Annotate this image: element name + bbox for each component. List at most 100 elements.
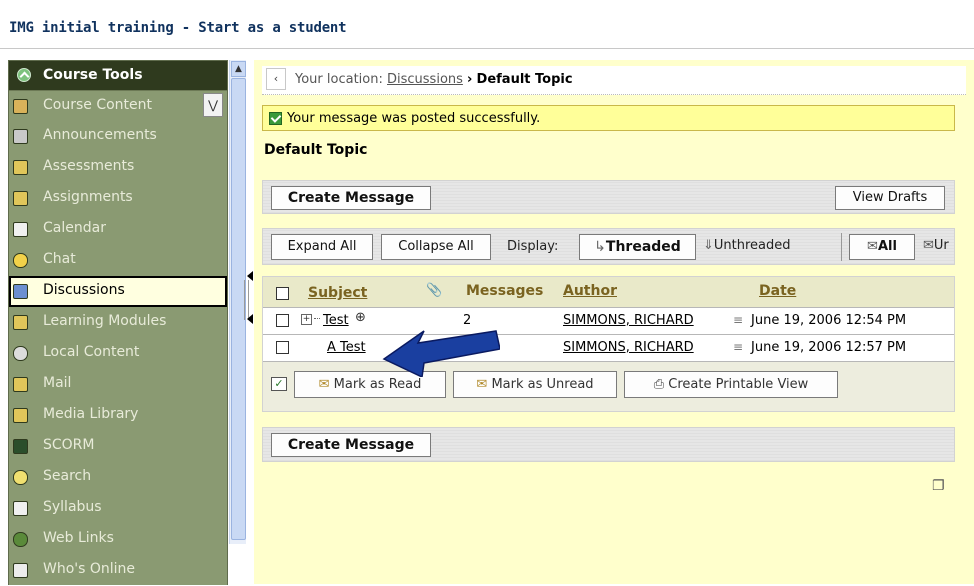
collapse-up-icon[interactable] bbox=[17, 68, 31, 82]
course-tools-sidebar: Course Tools Course Content ⋁ Announceme… bbox=[8, 60, 228, 585]
discussion-content-frame: ‹ Your location: Discussions › Default T… bbox=[254, 60, 974, 584]
chevron-double-down-icon[interactable]: ⋁ bbox=[203, 93, 223, 117]
create-printable-view-button[interactable]: ⎙ Create Printable View bbox=[624, 371, 838, 398]
sidebar-item-chat[interactable]: Chat bbox=[9, 245, 227, 276]
sidebar-item-label: Chat bbox=[43, 251, 76, 267]
row-checkbox[interactable] bbox=[276, 314, 289, 327]
message-subject-link[interactable]: A Test bbox=[327, 340, 366, 355]
scroll-up-icon[interactable]: ▲ bbox=[231, 61, 246, 77]
collapse-left-icon[interactable] bbox=[247, 314, 253, 324]
mark-as-read-label: Mark as Read bbox=[333, 377, 422, 392]
sidebar-item-label: Local Content bbox=[43, 344, 140, 360]
chat-bubble-icon bbox=[13, 253, 28, 268]
messages-column-header: Messages bbox=[466, 283, 544, 299]
syllabus-icon bbox=[13, 501, 28, 516]
breadcrumb-link-discussions[interactable]: Discussions bbox=[387, 72, 463, 87]
sidebar-item-syllabus[interactable]: Syllabus bbox=[9, 493, 227, 524]
sidebar-item-announcements[interactable]: Announcements bbox=[9, 121, 227, 152]
filter-all-label: All bbox=[877, 239, 897, 254]
person-icon bbox=[13, 563, 28, 578]
sidebar-item-search[interactable]: Search bbox=[9, 462, 227, 493]
author-link[interactable]: SIMMONS, RICHARD bbox=[563, 340, 694, 355]
arrow-shape bbox=[382, 330, 500, 377]
sidebar-item-scorm[interactable]: SCORM bbox=[9, 431, 227, 462]
sidebar-item-label: Mail bbox=[43, 375, 72, 391]
filter-all-button[interactable]: ✉All bbox=[849, 234, 915, 260]
house-icon bbox=[13, 99, 28, 114]
view-drafts-button[interactable]: View Drafts bbox=[835, 186, 945, 210]
threaded-arrow-icon: ↳ bbox=[594, 239, 606, 255]
module-icon bbox=[13, 315, 28, 330]
sidebar-item-label: Assignments bbox=[43, 189, 133, 205]
message-toolbar: Create Message View Drafts bbox=[262, 180, 955, 214]
sidebar-item-learning-modules[interactable]: Learning Modules bbox=[9, 307, 227, 338]
threaded-view-button[interactable]: ↳Threaded bbox=[579, 234, 696, 260]
filter-unread-button[interactable]: ✉Ur bbox=[923, 238, 949, 253]
course-tools-header[interactable]: Course Tools bbox=[9, 61, 227, 90]
sidebar-item-label: Assessments bbox=[43, 158, 135, 174]
table-actions-bar: ✓ ✉ Mark as Read ✉ Mark as Unread ⎙ Crea… bbox=[263, 362, 954, 411]
sidebar-item-label: SCORM bbox=[43, 437, 95, 453]
create-printable-view-label: Create Printable View bbox=[668, 377, 809, 392]
sidebar-item-course-content[interactable]: Course Content ⋁ bbox=[9, 90, 227, 121]
create-message-button[interactable]: Create Message bbox=[271, 433, 431, 457]
sidebar-item-local-content[interactable]: Local Content bbox=[9, 338, 227, 369]
success-banner: Your message was posted successfully. bbox=[262, 105, 955, 131]
envelopes-icon: ✉ bbox=[867, 239, 878, 254]
author-column-header[interactable]: Author bbox=[563, 283, 617, 299]
row-checkbox[interactable] bbox=[276, 341, 289, 354]
toolbar-separator bbox=[841, 233, 842, 261]
sidebar-item-label: Course Content bbox=[43, 97, 153, 113]
sidebar-item-label: Who's Online bbox=[43, 561, 136, 577]
sidebar-item-whos-online[interactable]: Who's Online bbox=[9, 555, 227, 586]
assessment-icon bbox=[13, 160, 28, 175]
subject-column-header[interactable]: Subject bbox=[308, 285, 367, 301]
copy-pages-icon[interactable]: ❐ bbox=[932, 478, 945, 494]
media-icon bbox=[13, 408, 28, 423]
sidebar-item-assignments[interactable]: Assignments bbox=[9, 183, 227, 214]
message-subject-link[interactable]: Test bbox=[323, 313, 349, 328]
globe-icon bbox=[13, 532, 28, 547]
author-link[interactable]: SIMMONS, RICHARD bbox=[563, 313, 694, 328]
display-label: Display: bbox=[507, 239, 559, 254]
envelope-icon: ✉ bbox=[923, 238, 934, 253]
expand-thread-icon[interactable]: + bbox=[301, 314, 312, 325]
bottom-toolbar: Create Message bbox=[262, 427, 955, 462]
author-card-icon[interactable]: ≡ bbox=[733, 313, 743, 327]
page-title: Default Topic bbox=[264, 142, 368, 158]
table-row: + Test ⊕ 2 SIMMONS, RICHARD ≡ June 19, 2… bbox=[263, 308, 954, 335]
success-message: Your message was posted successfully. bbox=[287, 111, 541, 126]
unthreaded-view-button[interactable]: ⇓Unthreaded bbox=[703, 238, 791, 253]
collapse-all-button[interactable]: Collapse All bbox=[381, 234, 491, 260]
paperclip-icon: 📎 bbox=[426, 283, 443, 298]
sidebar-item-label: Web Links bbox=[43, 530, 114, 546]
expand-all-button[interactable]: Expand All bbox=[271, 234, 373, 260]
megaphone-icon bbox=[13, 129, 28, 144]
sidebar-item-label: Announcements bbox=[43, 127, 157, 143]
magnifier-icon bbox=[13, 470, 28, 485]
message-date: June 19, 2006 12:57 PM bbox=[751, 340, 907, 355]
divider-grip[interactable] bbox=[244, 280, 245, 320]
sidebar-item-media-library[interactable]: Media Library bbox=[9, 400, 227, 431]
sidebar-item-label: Syllabus bbox=[43, 499, 102, 515]
view-toolbar: Expand All Collapse All Display: ↳Thread… bbox=[262, 228, 955, 265]
sidebar-item-assessments[interactable]: Assessments bbox=[9, 152, 227, 183]
back-arrow-icon[interactable]: ‹ bbox=[266, 68, 286, 90]
breadcrumb: ‹ Your location: Discussions › Default T… bbox=[262, 66, 966, 95]
frame-divider[interactable] bbox=[244, 60, 254, 584]
pushpin-icon bbox=[13, 284, 28, 299]
sidebar-item-discussions[interactable]: Discussions bbox=[9, 276, 227, 307]
table-header: Subject 📎 Messages Author Date bbox=[263, 277, 954, 308]
date-column-header[interactable]: Date bbox=[759, 283, 796, 299]
unthreaded-label: Unthreaded bbox=[713, 238, 791, 253]
select-all-checkbox[interactable] bbox=[276, 287, 289, 300]
sidebar-item-web-links[interactable]: Web Links bbox=[9, 524, 227, 555]
select-checkbox-icon[interactable]: ✓ bbox=[271, 377, 287, 391]
author-card-icon[interactable]: ≡ bbox=[733, 340, 743, 354]
mail-icon bbox=[13, 377, 28, 392]
sidebar-item-calendar[interactable]: Calendar bbox=[9, 214, 227, 245]
messages-table: Subject 📎 Messages Author Date + Test ⊕ … bbox=[262, 276, 955, 412]
create-message-button[interactable]: Create Message bbox=[271, 186, 431, 210]
sidebar-item-mail[interactable]: Mail bbox=[9, 369, 227, 400]
sidebar-item-label: Search bbox=[43, 468, 92, 484]
